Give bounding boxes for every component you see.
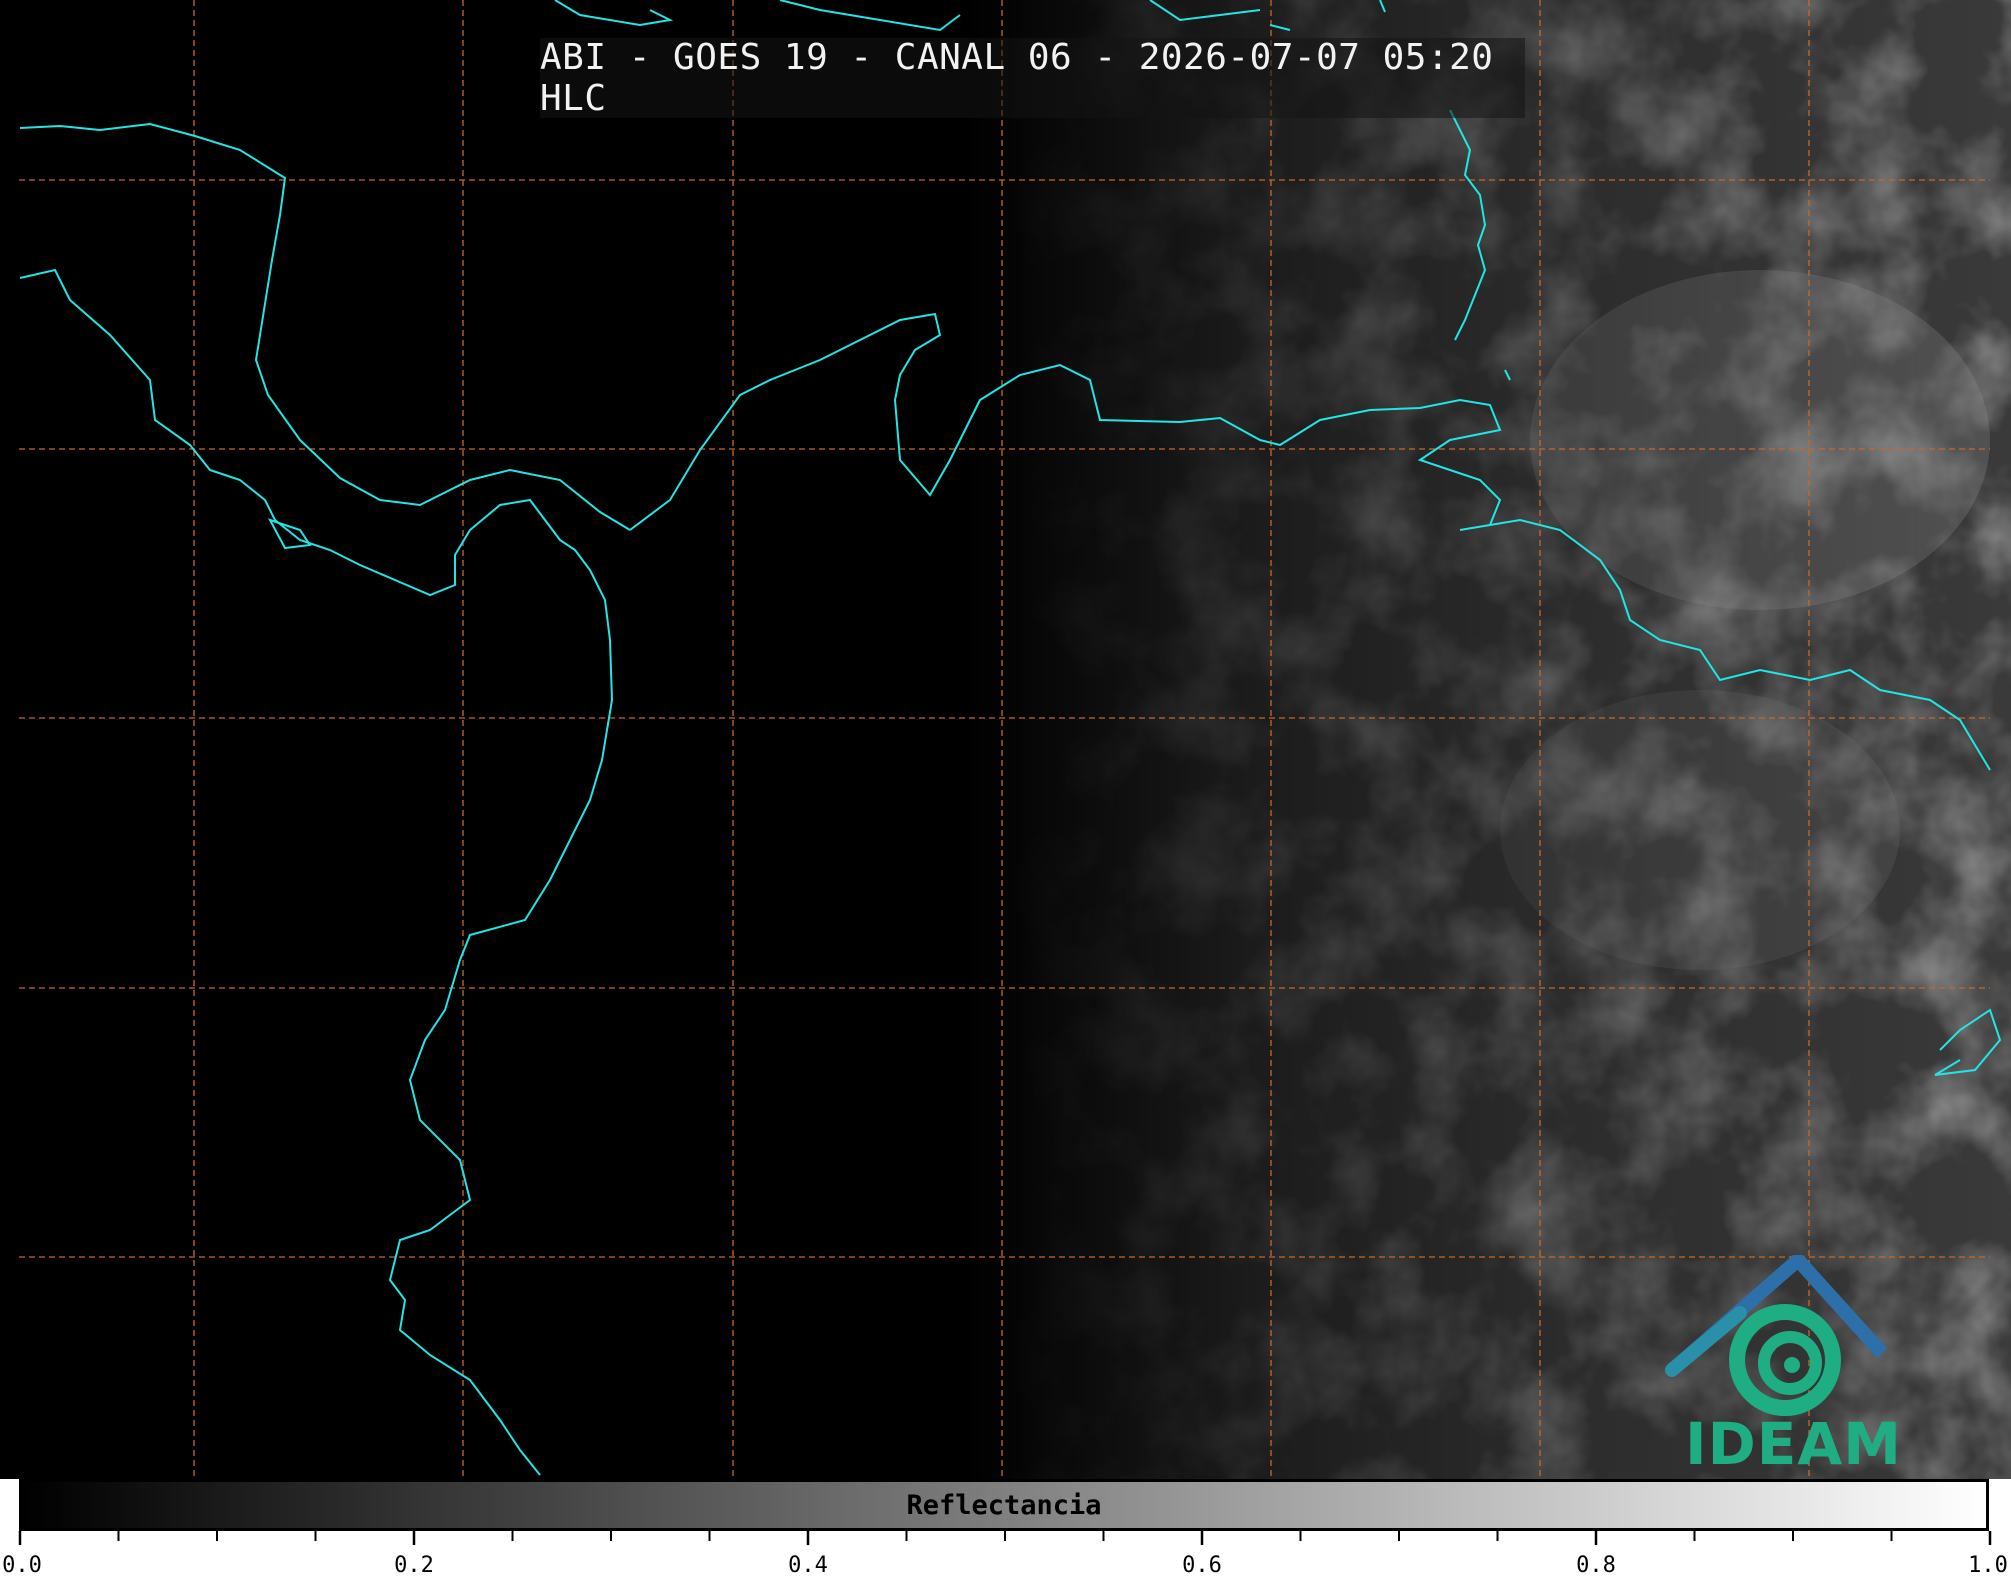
colorbar-ticks [18,1531,1992,1545]
colorbar: Reflectancia [19,1479,1989,1531]
colorbar-tick-label: 0.2 [394,1553,434,1578]
logo-swirl-center [1784,1357,1800,1373]
cloud-bright-area [1500,690,1900,970]
colorbar-tick-label: 0.0 [2,1553,42,1578]
colorbar-tick-label: 0.8 [1576,1553,1616,1578]
satellite-map: ABI - GOES 19 - CANAL 06 - 2026-07-07 05… [0,0,2011,1578]
colorbar-tick-label: 0.6 [1182,1553,1222,1578]
colorbar-tick-label: 1.0 [1968,1553,2008,1578]
map-title: ABI - GOES 19 - CANAL 06 - 2026-07-07 05… [540,37,1525,119]
colorbar-label: Reflectancia [906,1489,1102,1521]
colorbar-tick-label: 0.4 [788,1553,828,1578]
logo-text: IDEAM [1685,1410,1902,1478]
